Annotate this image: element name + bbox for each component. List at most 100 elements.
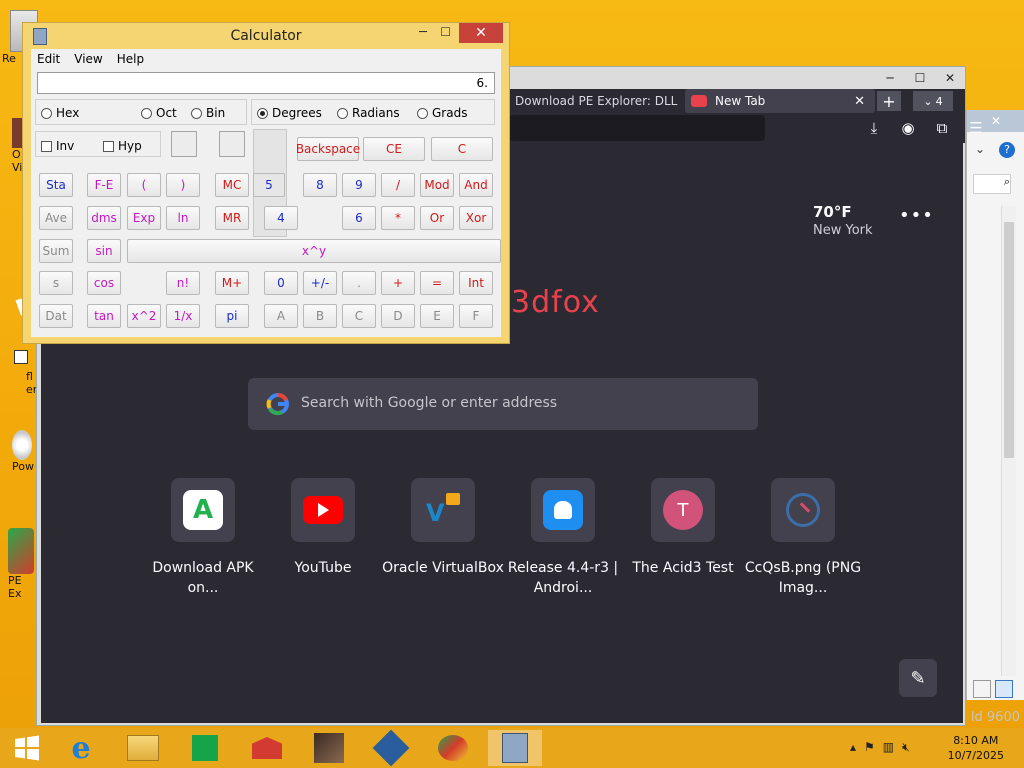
maximize-button[interactable]: ☐ (440, 25, 451, 39)
close-tab-icon[interactable]: ✕ (854, 94, 865, 109)
radio-hex[interactable]: Hex (41, 106, 79, 120)
hex-b-button[interactable]: B (303, 304, 337, 328)
backspace-button[interactable]: Backspace (296, 137, 360, 161)
shortcut-download-apk[interactable]: A Download APK on... (141, 478, 265, 598)
reciprocal-button[interactable]: 1/x (166, 304, 200, 328)
hex-d-button[interactable]: D (381, 304, 415, 328)
account-icon[interactable]: ◉ (897, 117, 919, 139)
shortcut-youtube[interactable]: YouTube (261, 478, 385, 578)
flag-icon[interactable]: ⚑ (864, 740, 875, 755)
taskbar-media-app[interactable] (302, 730, 356, 766)
taskbar-virtualbox[interactable] (364, 729, 418, 767)
taskbar-calculator[interactable] (488, 730, 542, 766)
start-button[interactable] (0, 730, 54, 766)
checkbox-hyp[interactable]: Hyp (103, 139, 142, 153)
taskbar-store[interactable] (178, 730, 232, 766)
digit-0-button[interactable]: 0 (264, 271, 298, 295)
tab-new-tab[interactable]: New Tab ✕ (685, 89, 875, 113)
menu-edit[interactable]: Edit (31, 49, 66, 69)
new-tab-button[interactable]: + (877, 91, 901, 111)
digit-6-button[interactable]: 6 (342, 206, 376, 230)
show-hidden-icons[interactable]: ▴ (850, 740, 856, 755)
menu-icon[interactable]: ☰ (965, 117, 987, 139)
digit-9-button[interactable]: 9 (342, 173, 376, 197)
minimize-button[interactable]: ─ (875, 67, 905, 89)
mc-button[interactable]: MC (215, 173, 249, 197)
close-button[interactable]: ✕ (935, 67, 965, 89)
shortcut-acid3[interactable]: T The Acid3 Test (621, 478, 745, 578)
fe-button[interactable]: F-E (87, 173, 121, 197)
radio-bin[interactable]: Bin (191, 106, 225, 120)
ave-button[interactable]: Ave (39, 206, 73, 230)
sin-button[interactable]: sin (87, 239, 121, 263)
add-button[interactable]: + (381, 271, 415, 295)
pi-button[interactable]: pi (215, 304, 249, 328)
mr-button[interactable]: MR (215, 206, 249, 230)
taskbar-pe-explorer[interactable] (426, 730, 480, 766)
taskbar-file-explorer[interactable] (116, 730, 170, 766)
more-options-icon[interactable]: ••• (899, 205, 934, 226)
network-icon[interactable]: ▥ (883, 740, 894, 755)
customize-button[interactable]: ✎ (899, 659, 937, 697)
digit-4-button[interactable]: 4 (264, 206, 298, 230)
tab-download-pe-explorer[interactable]: Download PE Explorer: DLL (509, 89, 685, 113)
shortcut-ccqsb-png[interactable]: CcQsB.png (PNG Imag... (741, 478, 865, 598)
digit-5-button[interactable]: 5 (253, 173, 285, 197)
dms-button[interactable]: dms (87, 206, 121, 230)
menu-view[interactable]: View (68, 49, 108, 69)
multiply-button[interactable]: * (381, 206, 415, 230)
maximize-button[interactable]: ☐ (905, 67, 935, 89)
chevron-down-icon[interactable]: ⌄ (975, 142, 985, 156)
checkbox-inv[interactable]: Inv (41, 139, 74, 153)
radio-degrees[interactable]: Degrees (257, 106, 322, 120)
radio-grads[interactable]: Grads (417, 106, 467, 120)
digit-8-button[interactable]: 8 (303, 173, 337, 197)
divide-button[interactable]: / (381, 173, 415, 197)
ln-button[interactable]: ln (166, 206, 200, 230)
search-box[interactable]: Search with Google or enter address (248, 378, 758, 430)
xor-button[interactable]: Xor (459, 206, 493, 230)
close-paren-button[interactable]: ) (166, 173, 200, 197)
download-icon[interactable]: ⤓ (863, 117, 885, 139)
shortcut-release-android[interactable]: Release 4.4-r3 | Androi... (501, 478, 625, 598)
desktop-icon-pe[interactable]: PE Ex (8, 528, 38, 600)
volume-muted-icon[interactable]: 🔇︎ (902, 740, 910, 755)
int-button[interactable]: Int (459, 271, 493, 295)
radio-oct[interactable]: Oct (141, 106, 177, 120)
hex-e-button[interactable]: E (420, 304, 454, 328)
taskbar-firefox-alt[interactable] (240, 730, 294, 766)
scroll-thumb[interactable] (1004, 222, 1014, 458)
ce-button[interactable]: CE (363, 137, 425, 161)
mplus-button[interactable]: M+ (215, 271, 249, 295)
radio-radians[interactable]: Radians (337, 106, 400, 120)
and-button[interactable]: And (459, 173, 493, 197)
exp-button[interactable]: Exp (127, 206, 161, 230)
search-icon[interactable]: ⌕ (973, 174, 1011, 194)
hex-c-button[interactable]: C (342, 304, 376, 328)
tan-button[interactable]: tan (87, 304, 121, 328)
view-icons[interactable] (973, 680, 1017, 698)
mod-button[interactable]: Mod (420, 173, 454, 197)
help-icon[interactable]: ? (999, 142, 1015, 158)
clock[interactable]: 8:10 AM 10/7/2025 (948, 733, 1004, 763)
or-button[interactable]: Or (420, 206, 454, 230)
hex-a-button[interactable]: A (264, 304, 298, 328)
shortcut-oracle-virtualbox[interactable]: V Oracle VirtualBox (381, 478, 505, 578)
open-paren-button[interactable]: ( (127, 173, 161, 197)
decimal-button[interactable]: . (342, 271, 376, 295)
x-squared-button[interactable]: x^2 (127, 304, 161, 328)
cos-button[interactable]: cos (87, 271, 121, 295)
title-bar[interactable]: Calculator ─ ☐ ✕ (23, 23, 509, 49)
scrollbar[interactable] (1001, 206, 1016, 676)
factorial-button[interactable]: n! (166, 271, 200, 295)
url-bar[interactable] (509, 115, 765, 141)
sum-button[interactable]: Sum (39, 239, 73, 263)
s-button[interactable]: s (39, 271, 73, 295)
hex-f-button[interactable]: F (459, 304, 493, 328)
close-button[interactable]: ✕ (459, 23, 503, 43)
weather-widget[interactable]: 70°F New York (813, 203, 873, 238)
menu-help[interactable]: Help (111, 49, 150, 69)
extensions-icon[interactable]: ⧉ (931, 117, 953, 139)
equals-button[interactable]: = (420, 271, 454, 295)
list-all-tabs-button[interactable]: ⌄ 4 (913, 91, 953, 111)
